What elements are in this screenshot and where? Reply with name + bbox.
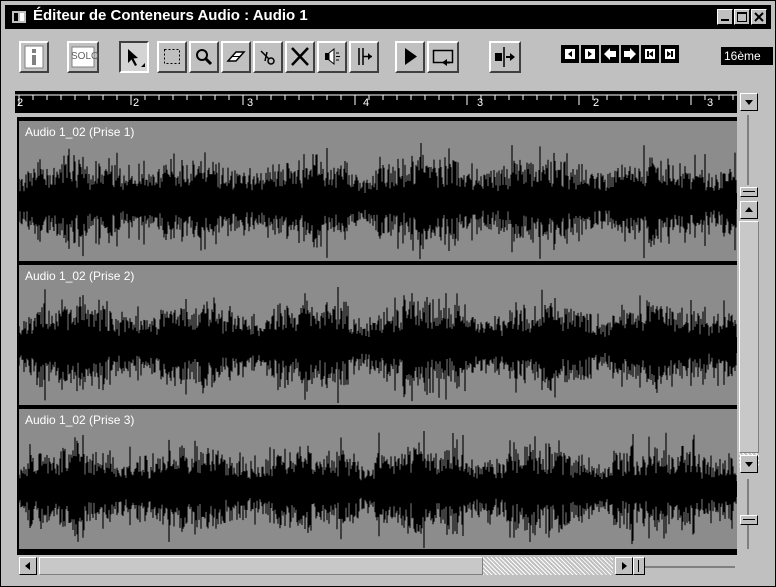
chevron-right-icon <box>622 562 627 570</box>
move-right-button[interactable] <box>621 45 639 63</box>
nav-next-icon <box>665 49 675 59</box>
move-to-end-button[interactable] <box>581 45 599 63</box>
app-icon <box>12 11 26 23</box>
scroll-down-button[interactable] <box>740 455 758 473</box>
scissors-tool[interactable] <box>253 41 283 73</box>
solo-label: SOLO <box>71 51 99 62</box>
minimize-button[interactable] <box>717 9 733 25</box>
minimize-icon <box>721 19 729 21</box>
ruler-label: 2 <box>17 97 24 109</box>
loop-button[interactable] <box>427 41 459 73</box>
ruler-label: 4 <box>363 97 370 109</box>
quantize-selector[interactable]: 16ème <box>721 47 773 65</box>
info-button[interactable] <box>19 41 49 73</box>
move-start-icon <box>565 49 575 59</box>
chevron-down-icon <box>745 100 753 105</box>
move-to-start-button[interactable] <box>561 45 579 63</box>
eraser-tool[interactable] <box>221 41 251 73</box>
audio-waveform <box>19 431 737 548</box>
mute-cross-icon <box>291 47 309 66</box>
time-warp-icon <box>358 48 372 65</box>
arrow-left-icon <box>604 48 616 60</box>
arrow-right-icon <box>624 48 636 60</box>
next-button[interactable] <box>661 45 679 63</box>
chevron-up-icon <box>745 207 753 212</box>
nav-prev-icon <box>645 49 655 59</box>
maximize-icon <box>737 12 747 22</box>
play-button[interactable] <box>395 41 425 73</box>
audio-lane[interactable]: Audio 1_02 (Prise 1) <box>19 121 737 261</box>
audio-lanes: Audio 1_02 (Prise 1) Audio 1_02 (Prise 2… <box>17 117 737 555</box>
toolbar: SOLO 16ème <box>5 31 773 79</box>
ruler-label: 3 <box>247 97 254 109</box>
loop-icon <box>432 49 454 66</box>
info-icon <box>24 45 44 69</box>
maximize-button[interactable] <box>734 9 750 25</box>
ruler-label: 3 <box>477 97 484 109</box>
chevron-down-icon <box>745 462 753 467</box>
zoom-slider-track <box>747 115 749 185</box>
range-select-icon <box>164 49 180 64</box>
zoom-slider-track <box>747 479 749 549</box>
lane-label: Audio 1_02 (Prise 1) <box>25 125 135 139</box>
range-selection-tool[interactable] <box>157 41 187 73</box>
vertical-zoom-slider[interactable] <box>740 515 758 525</box>
audio-lane[interactable]: Audio 1_02 (Prise 3) <box>19 409 737 549</box>
title-bar[interactable]: Éditeur de Conteneurs Audio : Audio 1 <box>5 5 771 29</box>
ruler-dropdown-button[interactable] <box>740 93 758 111</box>
chevron-left-icon <box>25 562 30 570</box>
zoom-tool[interactable] <box>189 41 219 73</box>
audio-waveform <box>19 287 737 403</box>
auto-scroll-button[interactable] <box>489 41 521 73</box>
scissors-icon <box>260 50 275 65</box>
solo-button[interactable]: SOLO <box>67 41 99 73</box>
scroll-left-button[interactable] <box>19 557 37 575</box>
close-icon <box>754 12 764 22</box>
vertical-zoom-slider[interactable] <box>740 187 758 197</box>
eraser-icon <box>226 51 246 62</box>
audio-waveform <box>19 143 737 260</box>
scroll-up-button[interactable] <box>740 201 758 219</box>
play-icon <box>405 48 417 65</box>
speaker-icon <box>325 47 340 66</box>
horizontal-scroll-area <box>17 555 739 575</box>
lane-label: Audio 1_02 (Prise 3) <box>25 413 135 427</box>
lane-label: Audio 1_02 (Prise 2) <box>25 269 135 283</box>
horizontal-scroll-track[interactable] <box>483 557 613 575</box>
timeline-ruler[interactable]: 2 2 3 4 3 2 3 <box>15 91 737 113</box>
ruler-label: 2 <box>593 97 600 109</box>
window-title: Éditeur de Conteneurs Audio : Audio 1 <box>33 7 308 24</box>
auto-scroll-icon <box>495 47 515 67</box>
time-warp-tool[interactable] <box>349 41 379 73</box>
vertical-scroll-area <box>739 91 759 555</box>
pointer-tool[interactable] <box>119 41 149 73</box>
horizontal-zoom-slider[interactable] <box>633 557 645 575</box>
horizontal-scroll-thumb[interactable] <box>39 557 483 575</box>
audio-lane[interactable]: Audio 1_02 (Prise 2) <box>19 265 737 405</box>
move-end-icon <box>585 49 595 59</box>
vertical-scroll-thumb[interactable] <box>739 221 759 453</box>
ruler-ticks <box>15 94 737 105</box>
previous-button[interactable] <box>641 45 659 63</box>
move-left-button[interactable] <box>601 45 619 63</box>
close-button[interactable] <box>751 9 767 25</box>
mute-tool[interactable] <box>285 41 315 73</box>
zoom-slider-track <box>637 566 735 568</box>
speaker-tool[interactable] <box>317 41 347 73</box>
ruler-label: 2 <box>133 97 140 109</box>
scroll-right-button[interactable] <box>615 557 633 575</box>
pointer-icon <box>128 49 145 67</box>
magnifier-icon <box>196 49 213 66</box>
ruler-label: 3 <box>707 97 714 109</box>
audio-part-editor-window: Éditeur de Conteneurs Audio : Audio 1 SO… <box>0 0 776 587</box>
